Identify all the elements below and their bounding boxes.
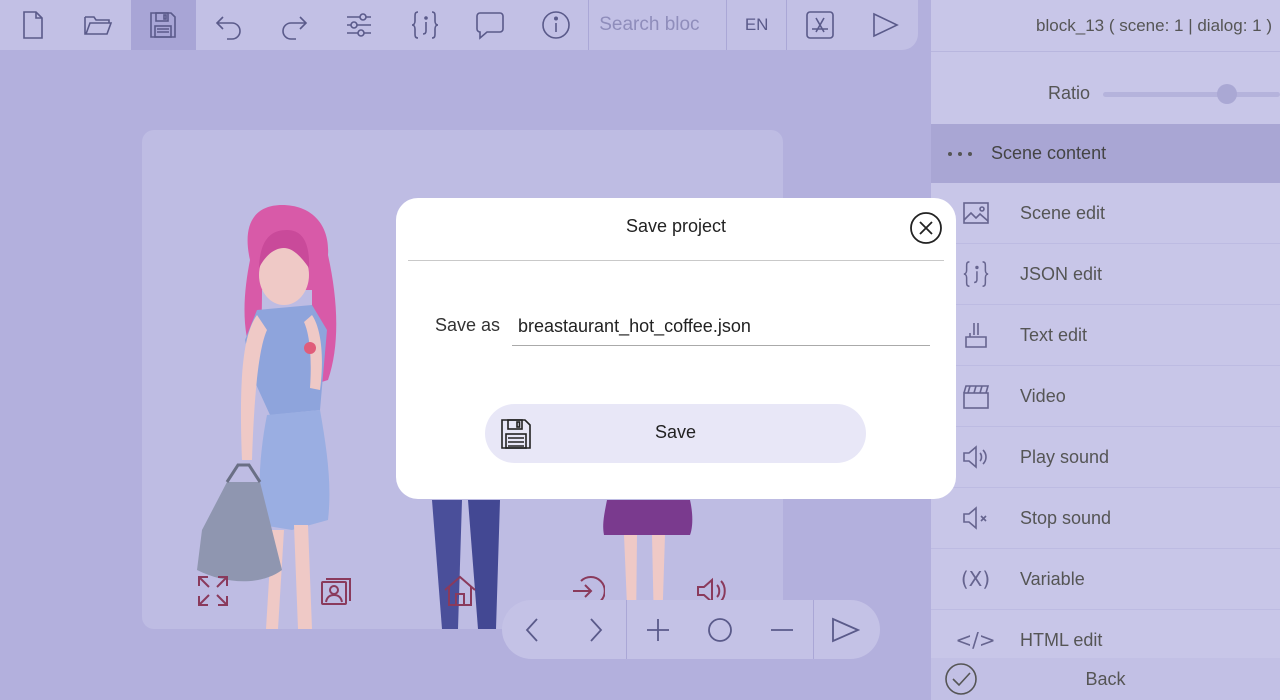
gallery-icon[interactable] <box>318 573 354 609</box>
redo-icon <box>282 16 308 40</box>
zoom-out-button[interactable] <box>751 600 813 659</box>
json-button[interactable] <box>392 0 457 50</box>
save-button[interactable]: Save <box>485 404 866 463</box>
fullscreen-icon[interactable] <box>195 573 231 609</box>
folder-open-icon <box>84 16 113 35</box>
menu-item-play-sound[interactable]: Play sound <box>931 427 1280 488</box>
app-store-icon <box>806 11 834 39</box>
menu-item-scene-edit[interactable]: Scene edit <box>931 183 1280 244</box>
undo-icon <box>215 16 241 40</box>
image-icon <box>962 202 989 224</box>
menu-item-label: Scene edit <box>1020 202 1106 223</box>
zoom-in-button[interactable] <box>627 600 689 659</box>
next-button[interactable] <box>564 600 626 659</box>
speech-bubble-icon <box>476 12 504 40</box>
floppy-disk-icon <box>150 12 177 38</box>
search-box[interactable] <box>589 0 726 50</box>
reset-zoom-button[interactable] <box>689 600 751 659</box>
checkmark-circle-icon <box>945 663 977 695</box>
menu-item-label: Variable <box>1020 568 1085 589</box>
menu-item-json-edit[interactable]: JSON edit <box>931 244 1280 305</box>
dialog-title: Save project <box>625 216 727 236</box>
new-file-icon <box>22 11 43 39</box>
ratio-label: Ratio <box>1048 83 1091 103</box>
play-scene-button[interactable] <box>814 600 876 659</box>
play-icon <box>832 617 860 642</box>
back-button[interactable]: Back <box>931 658 1280 700</box>
code-icon: </> <box>955 628 996 652</box>
menu-item-video[interactable]: Video <box>931 366 1280 427</box>
minus-icon <box>771 628 793 631</box>
playback-bar <box>502 600 880 659</box>
open-folder-button[interactable] <box>65 0 130 50</box>
menu-item-stop-sound[interactable]: Stop sound <box>931 488 1280 549</box>
ratio-slider-track[interactable] <box>1103 92 1280 97</box>
speaker-icon <box>962 445 987 469</box>
scene-content-section[interactable]: Scene content <box>931 124 1280 183</box>
text-cursor-icon <box>964 323 987 348</box>
plus-icon <box>647 618 669 641</box>
comment-button[interactable] <box>458 0 523 50</box>
menu-item-label: Text edit <box>1020 324 1088 345</box>
language-button[interactable]: EN <box>727 0 786 50</box>
chevron-left-icon <box>525 617 538 642</box>
back-label: Back <box>1085 668 1126 689</box>
info-button[interactable] <box>523 0 588 50</box>
character-dark-legs <box>432 500 500 629</box>
previous-button[interactable] <box>502 600 564 659</box>
ratio-control: Ratio <box>931 52 1280 124</box>
more-dots-icon <box>948 151 972 156</box>
clapperboard-icon <box>962 385 989 409</box>
menu-item-label: JSON edit <box>1020 263 1103 284</box>
menu-item-variable[interactable]: (X) Variable <box>931 549 1280 610</box>
save-as-label: Save as <box>435 315 501 335</box>
save-button-label: Save <box>654 422 697 442</box>
save-project-dialog: Save project Save as Save <box>396 198 956 499</box>
redo-button[interactable] <box>261 0 326 50</box>
new-file-button[interactable] <box>0 0 65 50</box>
settings-button[interactable] <box>327 0 392 50</box>
menu-item-text-edit[interactable]: Text edit <box>931 305 1280 366</box>
top-toolbar: EN <box>0 0 918 50</box>
save-toolbar-button[interactable] <box>130 0 197 50</box>
variable-icon: (X) <box>960 567 991 591</box>
app-store-button[interactable] <box>787 0 852 50</box>
json-braces-icon <box>411 11 438 39</box>
json-braces-icon <box>963 261 988 287</box>
chevron-right-icon <box>590 617 603 642</box>
menu-item-label: Play sound <box>1020 446 1110 467</box>
section-title: Scene content <box>991 143 1107 163</box>
sliders-icon <box>347 13 372 37</box>
play-icon <box>873 12 900 38</box>
character-pink-hair <box>197 205 337 629</box>
speaker-mute-icon <box>962 506 987 530</box>
filename-input[interactable] <box>512 308 930 346</box>
right-panel: block_13 ( scene: 1 | dialog: 1 ) Ratio … <box>931 0 1280 700</box>
search-input[interactable] <box>599 14 720 36</box>
menu-item-label: HTML edit <box>1020 629 1103 650</box>
undo-button[interactable] <box>196 0 261 50</box>
circle-icon <box>708 617 732 642</box>
menu-item-label: Stop sound <box>1020 507 1112 528</box>
ratio-slider-thumb[interactable] <box>1217 84 1237 104</box>
close-icon[interactable] <box>909 211 943 245</box>
menu-item-label: Video <box>1020 385 1066 406</box>
block-info: block_13 ( scene: 1 | dialog: 1 ) <box>931 0 1280 52</box>
play-button[interactable] <box>853 0 918 50</box>
info-icon <box>541 11 570 39</box>
home-icon[interactable] <box>442 573 478 609</box>
dialog-divider <box>408 260 944 261</box>
